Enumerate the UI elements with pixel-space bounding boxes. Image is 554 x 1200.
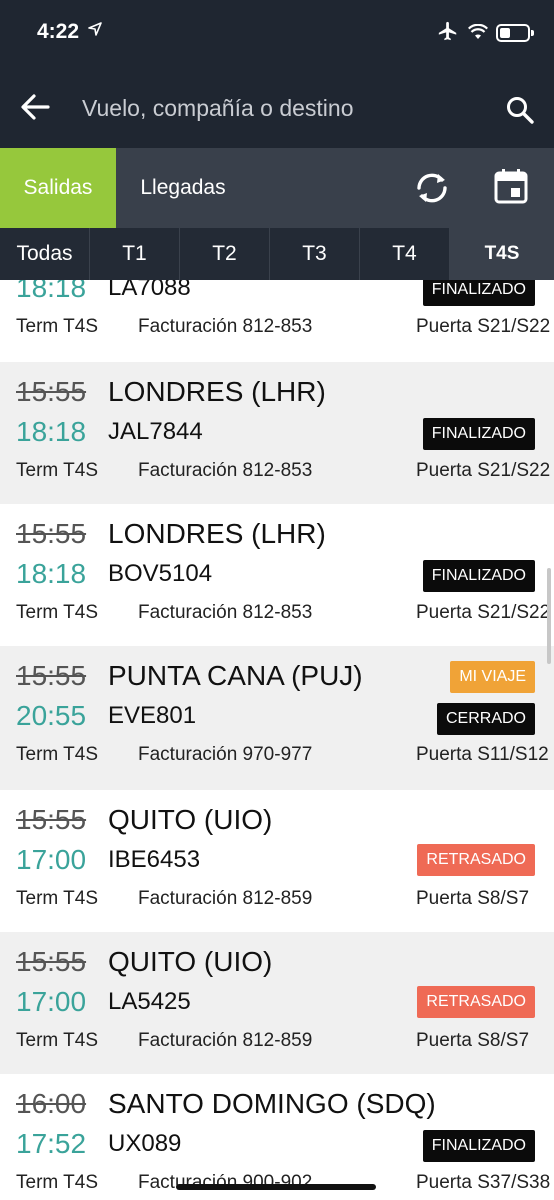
checkin-counters: Facturación 812-853 — [138, 602, 313, 623]
gate-label: Puerta S8/S7 — [416, 1030, 530, 1051]
flight-card[interactable]: 15:55 LONDRES (LHR) 18:18 JAL7844 FINALI… — [0, 362, 554, 504]
flight-number: UX089 — [108, 1130, 182, 1157]
checkin-counters: Facturación 812-859 — [138, 1030, 313, 1051]
flight-card[interactable]: 18:18 LA7088 FINALIZADO Term T4S Factura… — [0, 280, 554, 360]
scheduled-time: 15:55 — [16, 660, 87, 691]
destination: QUITO (UIO) — [108, 946, 273, 977]
flight-number: LA5425 — [108, 988, 191, 1015]
checkin-counters: Facturación 970-977 — [138, 744, 313, 765]
terminal-tab-t1[interactable]: T1 — [90, 228, 180, 280]
status-badge: RETRASADO — [417, 986, 535, 1018]
back-arrow-icon[interactable] — [18, 90, 52, 124]
checkin-counters: Facturación 812-853 — [138, 316, 313, 337]
actual-time: 18:18 — [16, 280, 87, 303]
checkin-counters: Facturación 900-902 — [138, 1172, 313, 1193]
flight-number: BOV5104 — [108, 560, 213, 587]
status-time: 4:22 — [37, 20, 80, 43]
terminal-label: Term T4S — [16, 316, 99, 337]
actual-time: 17:00 — [16, 986, 87, 1017]
gate-label: Puerta S11/S12 — [416, 744, 549, 765]
flight-card[interactable]: 15:55 QUITO (UIO) 17:00 LA5425 RETRASADO… — [0, 932, 554, 1074]
terminal-tab-t3[interactable]: T3 — [270, 228, 360, 280]
terminal-label: Term T4S — [16, 1172, 99, 1193]
flight-list[interactable]: 18:18 LA7088 FINALIZADO Term T4S Factura… — [0, 280, 554, 1200]
status-badge: RETRASADO — [417, 844, 535, 876]
terminal-label: Term T4S — [16, 460, 99, 481]
location-arrow-icon — [88, 22, 102, 40]
terminal-filter: Todas T1 T2 T3 T4 T4S — [0, 228, 554, 280]
refresh-icon[interactable] — [412, 168, 452, 208]
status-badge: FINALIZADO — [422, 560, 535, 592]
wifi-icon — [468, 23, 488, 45]
gate-label: Puerta S37/S38 — [416, 1172, 551, 1193]
status-badge: FINALIZADO — [422, 1130, 535, 1162]
scheduled-time: 15:55 — [16, 804, 87, 835]
flight-number: LA7088 — [108, 280, 191, 301]
actual-time: 18:18 — [16, 558, 87, 589]
flight-card[interactable]: 15:55 LONDRES (LHR) 18:18 BOV5104 FINALI… — [0, 504, 554, 646]
flight-number: EVE801 — [108, 702, 197, 729]
scheduled-time: 16:00 — [16, 1088, 87, 1119]
flight-card[interactable]: 16:00 SANTO DOMINGO (SDQ) 17:52 UX089 FI… — [0, 1074, 554, 1200]
airplane-icon — [437, 20, 459, 48]
calendar-icon[interactable] — [494, 168, 528, 204]
battery-icon — [496, 24, 534, 42]
terminal-tab-t2[interactable]: T2 — [180, 228, 270, 280]
checkin-counters: Facturación 812-859 — [138, 888, 313, 909]
terminal-label: Term T4S — [16, 602, 99, 623]
scheduled-time: 15:55 — [16, 376, 87, 407]
actual-time: 18:18 — [16, 416, 87, 447]
flight-card[interactable]: 15:55 PUNTA CANA (PUJ) 20:55 EVE801 MI V… — [0, 646, 554, 790]
actual-time: 17:52 — [16, 1128, 87, 1159]
terminal-label: Term T4S — [16, 888, 99, 909]
destination: QUITO (UIO) — [108, 804, 273, 835]
status-bar: 4:22 — [0, 0, 554, 68]
my-trip-badge[interactable]: MI VIAJE — [450, 661, 535, 693]
terminal-tab-t4s[interactable]: T4S — [450, 228, 554, 280]
flight-number: JAL7844 — [108, 418, 203, 445]
terminal-tab-t4[interactable]: T4 — [360, 228, 450, 280]
checkin-counters: Facturación 812-853 — [138, 460, 313, 481]
destination: LONDRES (LHR) — [108, 376, 326, 407]
gate-label: Puerta S8/S7 — [416, 888, 530, 909]
actual-time: 17:00 — [16, 844, 87, 875]
search-input[interactable] — [82, 88, 482, 128]
scroll-indicator[interactable] — [547, 568, 551, 664]
terminal-tab-all[interactable]: Todas — [0, 228, 90, 280]
tab-arrivals[interactable]: Llegadas — [116, 148, 250, 228]
status-badge: FINALIZADO — [422, 418, 535, 450]
flight-card[interactable]: 15:55 QUITO (UIO) 17:00 IBE6453 RETRASAD… — [0, 790, 554, 932]
scheduled-time: 15:55 — [16, 518, 87, 549]
status-badge: FINALIZADO — [422, 280, 535, 306]
destination: LONDRES (LHR) — [108, 518, 326, 549]
terminal-label: Term T4S — [16, 1030, 99, 1051]
direction-tabs: Salidas Llegadas — [0, 148, 554, 228]
flight-number: IBE6453 — [108, 846, 201, 873]
gate-label: Puerta S21/S22 — [416, 460, 551, 481]
terminal-label: Term T4S — [16, 744, 99, 765]
tab-departures[interactable]: Salidas — [0, 148, 116, 228]
status-badge: CERRADO — [436, 703, 535, 735]
search-header — [0, 68, 554, 148]
search-icon[interactable] — [504, 94, 536, 126]
home-indicator[interactable] — [176, 1184, 376, 1190]
destination: PUNTA CANA (PUJ) — [108, 660, 363, 691]
gate-label: Puerta S21/S22 — [416, 316, 551, 337]
gate-label: Puerta S21/S22 — [416, 602, 551, 623]
destination: SANTO DOMINGO (SDQ) — [108, 1088, 436, 1119]
actual-time: 20:55 — [16, 700, 87, 731]
scheduled-time: 15:55 — [16, 946, 87, 977]
